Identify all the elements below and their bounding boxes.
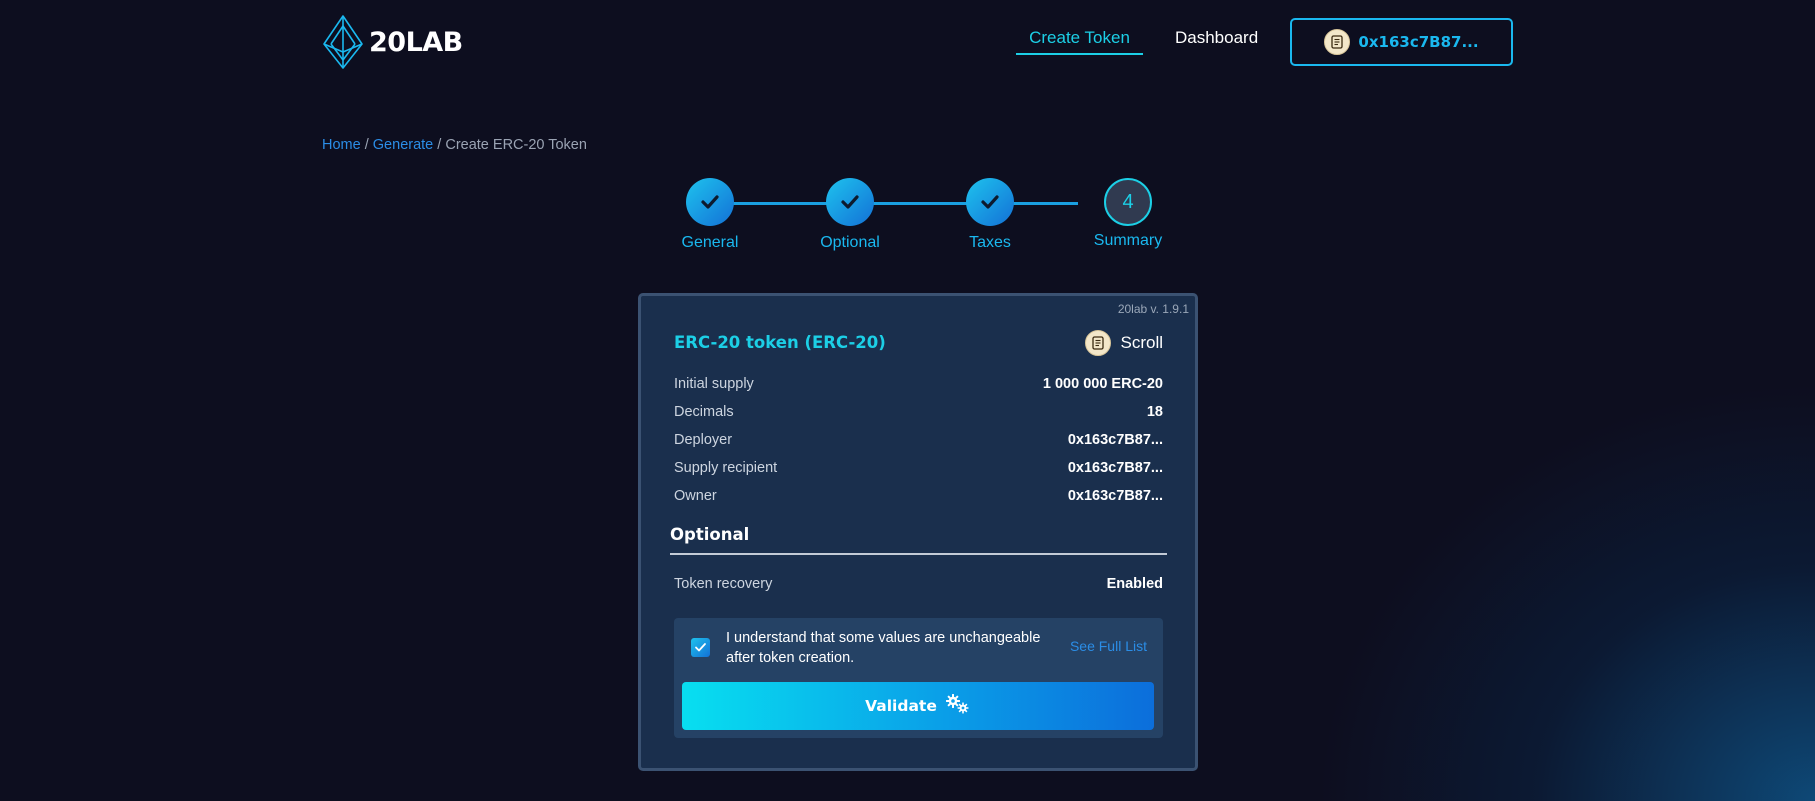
breadcrumb-generate-link[interactable]: Generate [373, 137, 433, 153]
token-summary-card: 20lab v. 1.9.1 ERC-20 token (ERC-20) Scr… [638, 293, 1198, 771]
step-optional: Optional [800, 178, 900, 252]
token-title: ERC-20 token (ERC-20) [674, 333, 886, 352]
validate-label: Validate [865, 697, 937, 715]
logo[interactable]: 20LAB [321, 14, 463, 70]
row-value: 1 000 000 ERC-20 [1042, 376, 1163, 392]
wallet-button[interactable]: 0x163c7B87... [1290, 18, 1513, 66]
summary-row-supply-recipient: Supply recipient 0x163c7B87... [674, 460, 1163, 476]
ethereum-diamond-icon [321, 14, 365, 70]
see-full-list-link[interactable]: See Full List [1070, 638, 1147, 654]
network-name: Scroll [1120, 333, 1163, 352]
logo-text: 20LAB [369, 26, 463, 58]
summary-row-initial-supply: Initial supply 1 000 000 ERC-20 [674, 376, 1163, 392]
summary-row-deployer: Deployer 0x163c7B87... [674, 432, 1163, 448]
network-indicator: Scroll [1085, 330, 1163, 356]
progress-stepper: General Optional Taxes 4 Summary [660, 178, 1162, 258]
version-label: 20lab v. 1.9.1 [1117, 302, 1189, 316]
row-label: Initial supply [674, 376, 754, 392]
checkmark-icon [686, 178, 734, 226]
checkmark-icon [695, 643, 706, 652]
row-label: Owner [674, 488, 717, 504]
row-label: Decimals [674, 404, 734, 420]
summary-row-owner: Owner 0x163c7B87... [674, 488, 1163, 504]
row-value: 0x163c7B87... [1067, 460, 1163, 476]
checkmark-icon [826, 178, 874, 226]
row-label: Deployer [674, 432, 733, 448]
breadcrumb-separator: / [364, 137, 369, 153]
step-label: Summary [1093, 232, 1163, 249]
breadcrumb-separator: / [437, 137, 442, 153]
row-value: 0x163c7B87... [1067, 432, 1163, 448]
summary-row-decimals: Decimals 18 [674, 404, 1163, 420]
breadcrumb-current: Create ERC-20 Token [445, 137, 587, 153]
breadcrumb-home-link[interactable]: Home [322, 137, 361, 153]
confirm-checkbox[interactable] [691, 638, 710, 657]
step-label: General [681, 234, 739, 251]
confirmation-panel: I understand that some values are unchan… [674, 618, 1163, 738]
step-general: General [660, 178, 760, 252]
step-number: 4 [1104, 178, 1152, 226]
step-summary: 4 Summary [1078, 178, 1178, 250]
confirm-text: I understand that some values are unchan… [726, 630, 1041, 666]
nav-dashboard[interactable]: Dashboard [1175, 28, 1258, 48]
summary-row-token-recovery: Token recovery Enabled [674, 576, 1163, 592]
row-value: 18 [1146, 404, 1163, 420]
scroll-icon [1085, 330, 1112, 356]
validate-button[interactable]: Validate [682, 682, 1154, 730]
breadcrumb: Home / Generate / Create ERC-20 Token [322, 137, 587, 153]
nav-create-token[interactable]: Create Token [1016, 28, 1143, 55]
step-label: Optional [820, 234, 880, 251]
optional-section-title: Optional [670, 525, 1167, 555]
row-value: 0x163c7B87... [1067, 488, 1163, 504]
row-label: Token recovery [674, 576, 773, 592]
gears-icon [945, 693, 971, 720]
scroll-icon [1324, 29, 1351, 55]
wallet-address: 0x163c7B87... [1358, 33, 1479, 51]
checkmark-icon [966, 178, 1014, 226]
row-label: Supply recipient [674, 460, 778, 476]
step-label: Taxes [969, 234, 1011, 251]
row-value: Enabled [1106, 576, 1163, 592]
step-taxes: Taxes [940, 178, 1040, 252]
